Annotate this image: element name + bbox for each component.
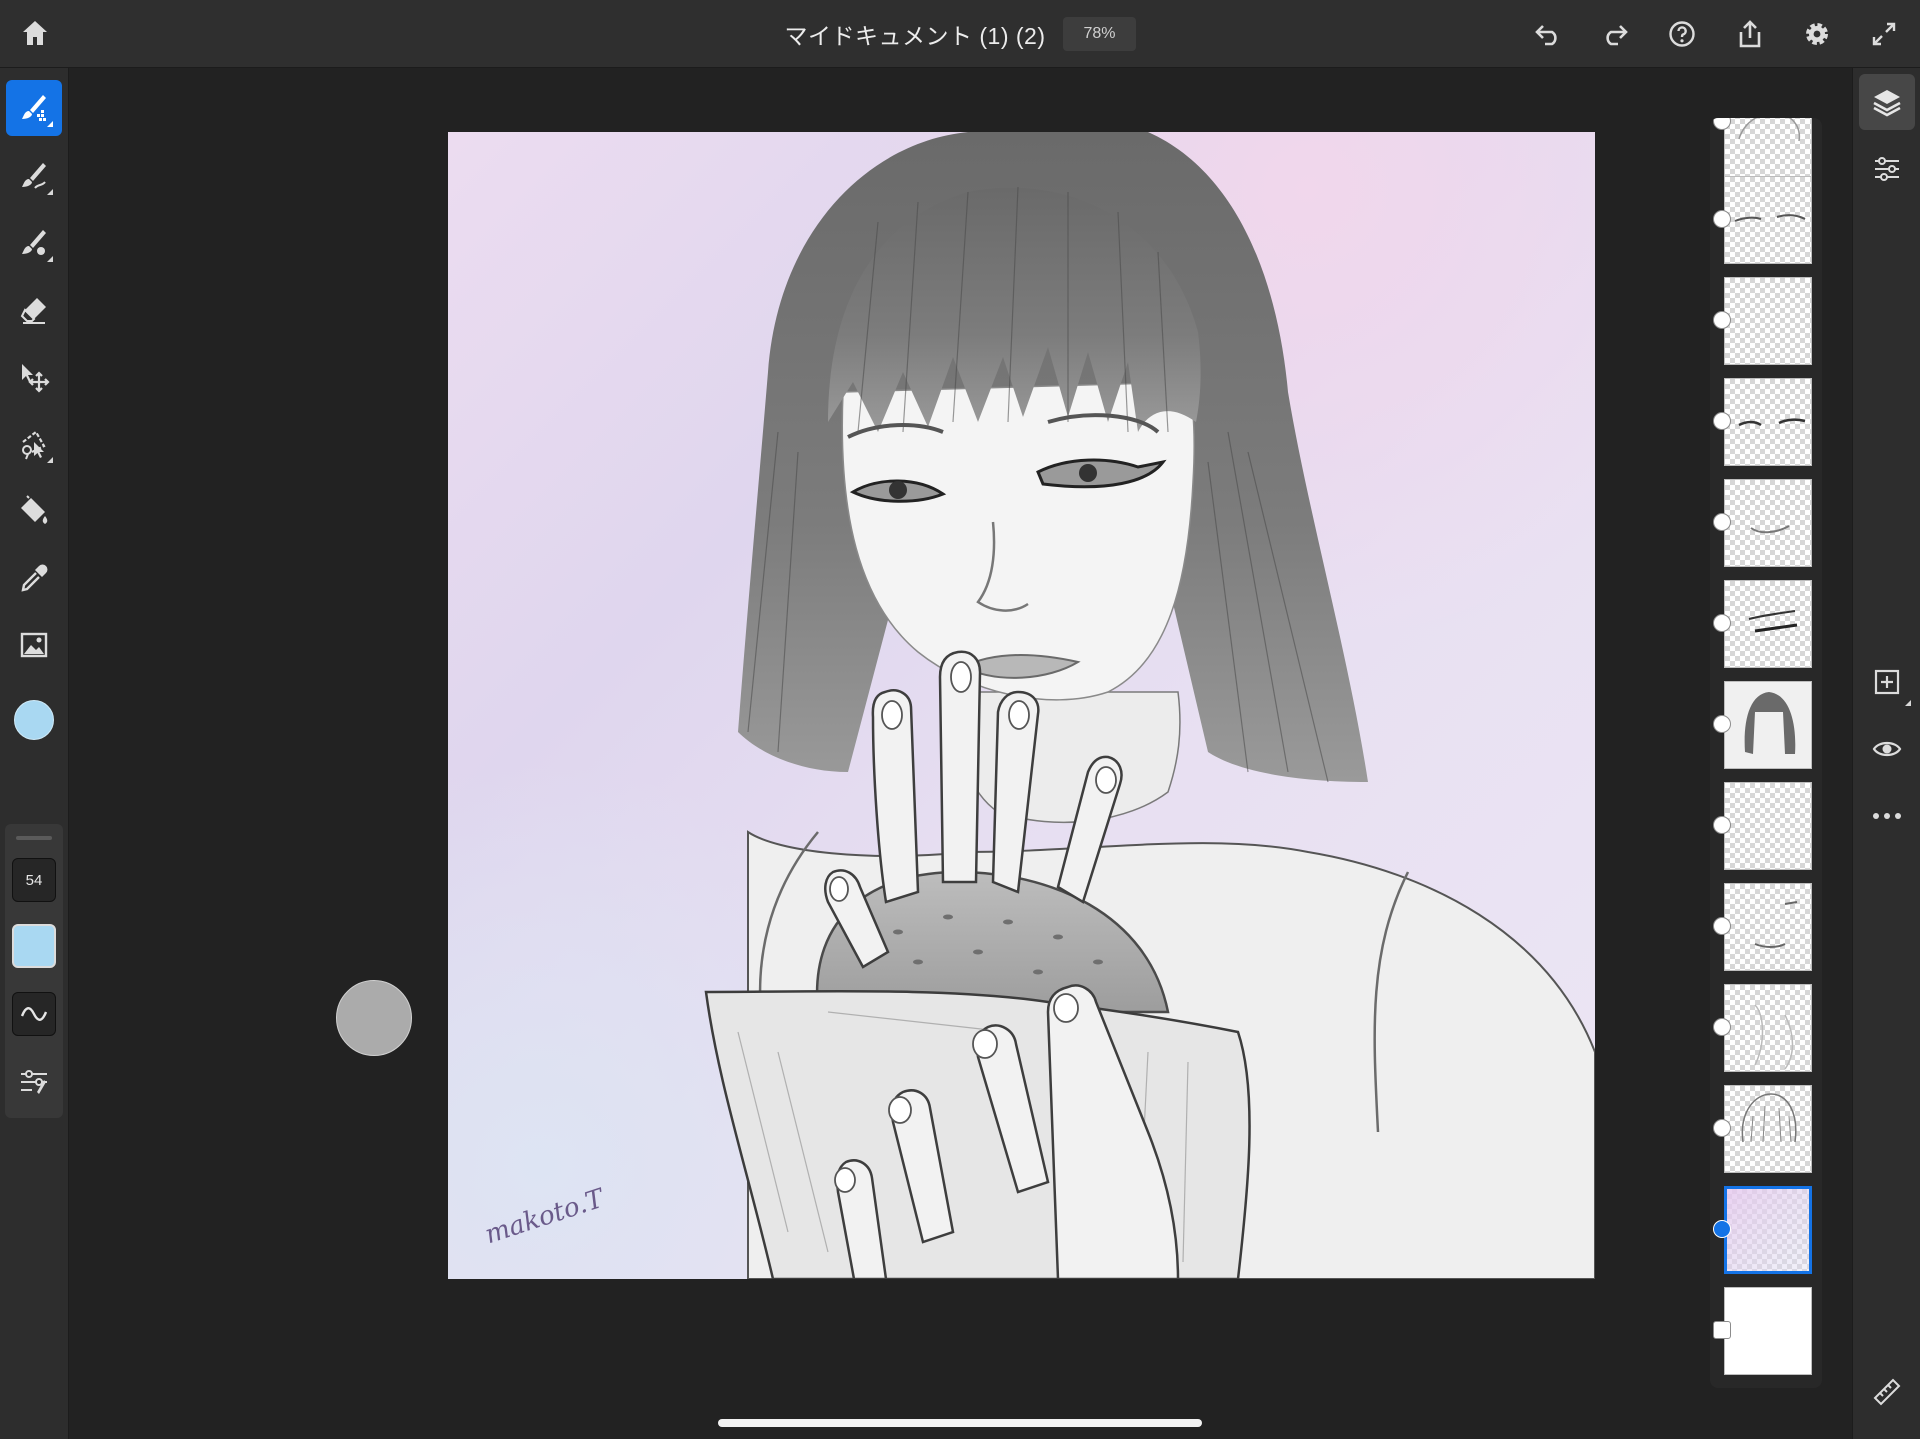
brush-properties-panel: 54 — [5, 824, 63, 1118]
pixel-brush-tool[interactable] — [6, 80, 62, 136]
live-brush-tool[interactable] — [6, 148, 62, 204]
layer-thumb-5[interactable] — [1724, 479, 1812, 567]
vector-brush-icon — [22, 230, 46, 255]
ruler-button[interactable] — [1859, 1364, 1915, 1420]
panel-handle[interactable] — [16, 836, 52, 840]
share-button[interactable] — [1730, 14, 1770, 54]
zoom-level[interactable]: 78% — [1063, 17, 1136, 51]
layer-dot-5[interactable] — [1713, 513, 1731, 531]
fill-tool[interactable] — [6, 483, 62, 539]
eye-icon — [1872, 741, 1902, 757]
undo-icon — [1535, 25, 1557, 46]
color-picker-button[interactable] — [14, 700, 54, 740]
layer-dot-7[interactable] — [1713, 715, 1731, 733]
gear-icon — [1806, 23, 1828, 45]
eyedropper-icon — [21, 564, 48, 592]
layers-panel — [1710, 118, 1822, 1388]
smoothing-icon — [20, 1007, 48, 1021]
transform-tool[interactable] — [6, 349, 62, 405]
live-brush-icon — [22, 163, 46, 189]
touch-shortcut-button[interactable] — [336, 980, 412, 1056]
eraser-tool[interactable] — [6, 282, 62, 338]
undo-button[interactable] — [1528, 14, 1568, 54]
submenu-indicator — [1905, 700, 1911, 706]
add-layer-button[interactable] — [1859, 654, 1915, 710]
brush-settings-icon — [21, 1070, 47, 1094]
layer-thumb-9[interactable] — [1724, 883, 1812, 971]
brush-opacity-swatch[interactable] — [12, 924, 56, 968]
layer-thumb-3[interactable] — [1724, 277, 1812, 365]
paint-bucket-icon — [21, 495, 48, 524]
layer-dot-13[interactable] — [1713, 1321, 1731, 1339]
eraser-icon — [20, 298, 46, 324]
layer-dot-2[interactable] — [1713, 210, 1731, 228]
fullscreen-icon — [1872, 22, 1896, 46]
document-title[interactable]: マイドキュメント (1) (2) — [784, 17, 1045, 51]
layer-thumb-13-background[interactable] — [1724, 1287, 1812, 1375]
layer-thumb-10[interactable] — [1724, 984, 1812, 1072]
more-options-button[interactable] — [1859, 788, 1915, 844]
layer-dot-10[interactable] — [1713, 1018, 1731, 1036]
layer-thumb-4[interactable] — [1724, 378, 1812, 466]
selection-tool[interactable] — [6, 416, 62, 472]
share-icon — [1739, 20, 1761, 48]
submenu-indicator — [47, 189, 53, 195]
layer-thumb-8[interactable] — [1724, 782, 1812, 870]
layer-thumb-12-selected[interactable] — [1724, 1186, 1812, 1274]
settings-button[interactable] — [1797, 14, 1837, 54]
layer-dot-9[interactable] — [1713, 917, 1731, 935]
submenu-indicator — [47, 121, 53, 127]
help-button[interactable] — [1662, 14, 1702, 54]
layer-thumb-6[interactable] — [1724, 580, 1812, 668]
help-icon — [1669, 21, 1695, 47]
canvas[interactable]: makoto.T — [448, 132, 1595, 1279]
add-layer-icon — [1874, 669, 1900, 695]
layer-dot-4[interactable] — [1713, 412, 1731, 430]
layer-dot-12-selected[interactable] — [1713, 1220, 1731, 1238]
lasso-icon — [22, 430, 46, 460]
pixel-brush-icon — [22, 95, 46, 121]
submenu-indicator — [47, 457, 53, 463]
top-bar: マイドキュメント (1) (2) 78% — [0, 0, 1920, 68]
visibility-button[interactable] — [1859, 721, 1915, 777]
image-tool[interactable] — [6, 617, 62, 673]
artwork — [448, 132, 1595, 1279]
layer-dot-6[interactable] — [1713, 614, 1731, 632]
home-indicator[interactable] — [718, 1419, 1202, 1427]
eyedropper-tool[interactable] — [6, 550, 62, 606]
layer-dot-11[interactable] — [1713, 1119, 1731, 1137]
layers-icon — [1873, 90, 1901, 117]
more-icon — [1873, 813, 1901, 819]
submenu-indicator — [47, 256, 53, 262]
brush-settings-button[interactable] — [12, 1060, 56, 1104]
sliders-icon — [1875, 157, 1899, 181]
vector-brush-tool[interactable] — [6, 215, 62, 271]
left-toolbar: 54 — [0, 68, 69, 1439]
smoothing-button[interactable] — [12, 992, 56, 1036]
right-toolbar — [1852, 68, 1920, 1439]
redo-icon — [1606, 25, 1628, 46]
redo-button[interactable] — [1595, 14, 1635, 54]
layers-button[interactable] — [1859, 74, 1915, 130]
fullscreen-button[interactable] — [1864, 14, 1904, 54]
image-icon — [20, 632, 48, 658]
move-icon — [22, 364, 50, 393]
layer-properties-button[interactable] — [1859, 141, 1915, 197]
layer-dot-8[interactable] — [1713, 816, 1731, 834]
layer-thumb-7[interactable] — [1724, 681, 1812, 769]
brush-size-field[interactable]: 54 — [12, 858, 56, 902]
layer-dot-3[interactable] — [1713, 311, 1731, 329]
layer-thumb-11[interactable] — [1724, 1085, 1812, 1173]
ruler-icon — [1873, 1378, 1901, 1406]
layer-thumb-2[interactable] — [1724, 176, 1812, 264]
